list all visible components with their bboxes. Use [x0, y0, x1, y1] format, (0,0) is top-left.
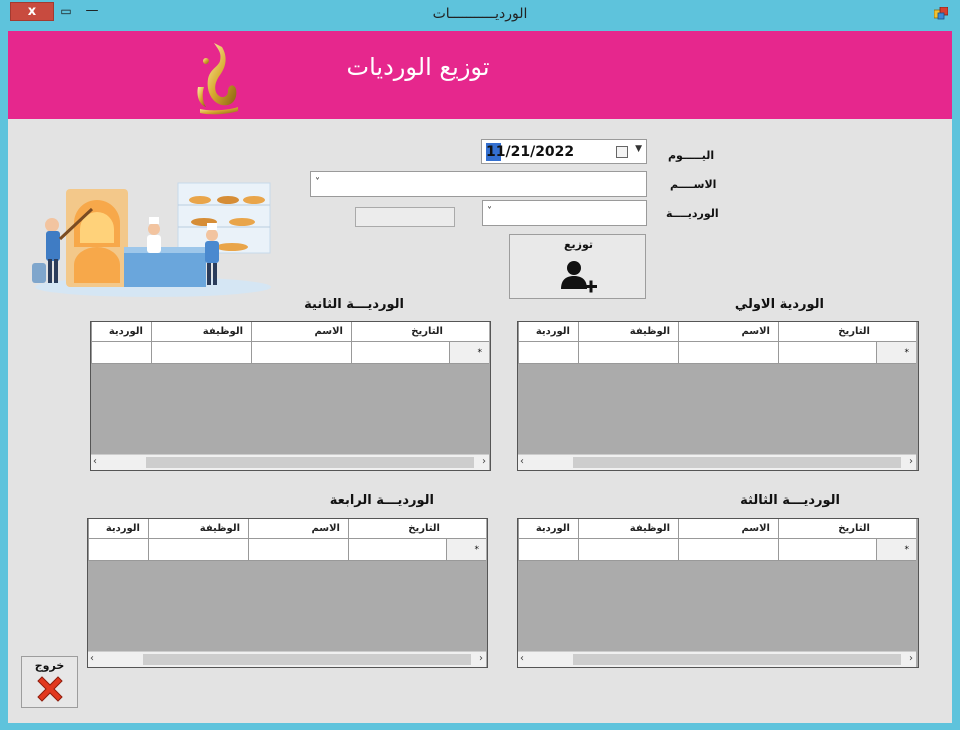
title-bar[interactable]: x ▭ — الورديـــــــــــات	[0, 0, 960, 30]
date-picker[interactable]: 11/21/2022 ▼	[481, 139, 647, 164]
close-x-icon	[37, 676, 63, 702]
column-header-name[interactable]: الاسم	[678, 322, 778, 341]
calendar-icon[interactable]	[616, 146, 628, 158]
chevron-down-icon[interactable]: ˅	[487, 206, 492, 217]
scroll-right-icon[interactable]: ›	[479, 653, 483, 664]
exit-button-label: خروج	[34, 659, 65, 672]
form-client-area: توزيع الورديات اليـــــوم الاســــم الور…	[8, 31, 952, 723]
grid-header-row: الوردية الوظيفة الاسم التاريخ	[518, 519, 916, 539]
date-value: 11/21/2022	[486, 144, 575, 160]
table-row[interactable]: *	[518, 342, 916, 364]
cell-shift[interactable]	[518, 342, 578, 363]
employee-info-textbox	[355, 207, 455, 227]
new-row-marker[interactable]: *	[446, 539, 486, 560]
grid-header-row: الوردية الوظيفة الاسم التاريخ	[91, 322, 489, 342]
app-icon	[934, 7, 948, 20]
cell-name[interactable]	[678, 539, 778, 560]
cell-shift[interactable]	[91, 342, 151, 363]
cell-date[interactable]	[778, 539, 878, 560]
cell-job[interactable]	[578, 539, 678, 560]
grid-title-second-shift: الورديـــة الثانية	[304, 297, 404, 312]
window-title: الورديـــــــــــات	[432, 6, 528, 22]
column-header-job[interactable]: الوظيفة	[578, 519, 678, 538]
cell-name[interactable]	[678, 342, 778, 363]
column-header-name[interactable]: الاسم	[248, 519, 348, 538]
scrollbar-thumb[interactable]	[573, 654, 901, 665]
column-header-date[interactable]: التاريخ	[351, 322, 451, 341]
table-row[interactable]: *	[91, 342, 489, 364]
scroll-left-icon[interactable]: ‹	[520, 456, 524, 467]
cell-job[interactable]	[151, 342, 251, 363]
column-header-date[interactable]: التاريخ	[778, 322, 878, 341]
new-row-marker[interactable]: *	[876, 342, 916, 363]
column-header-shift[interactable]: الوردية	[518, 322, 578, 341]
new-row-marker[interactable]: *	[876, 539, 916, 560]
cell-date[interactable]	[778, 342, 878, 363]
scrollbar-thumb[interactable]	[573, 457, 901, 468]
distribute-button[interactable]: توزيع	[509, 234, 646, 299]
scroll-right-icon[interactable]: ›	[909, 653, 913, 664]
cell-job[interactable]	[148, 539, 248, 560]
column-header-job[interactable]: الوظيفة	[578, 322, 678, 341]
column-header-name[interactable]: الاسم	[678, 519, 778, 538]
third-shift-grid[interactable]: الوردية الوظيفة الاسم التاريخ * ‹ ›	[517, 518, 919, 668]
header-banner: توزيع الورديات	[8, 31, 952, 119]
dropdown-arrow-icon[interactable]: ▼	[635, 144, 642, 154]
table-row[interactable]: *	[88, 539, 486, 561]
brand-logo-icon	[197, 43, 238, 115]
column-header-date[interactable]: التاريخ	[778, 519, 878, 538]
column-header-name[interactable]: الاسم	[251, 322, 351, 341]
scrollbar-thumb[interactable]	[146, 457, 474, 468]
table-row[interactable]: *	[518, 539, 916, 561]
shift-combobox[interactable]: ˅	[482, 200, 647, 226]
cell-shift[interactable]	[518, 539, 578, 560]
chevron-down-icon[interactable]: ˅	[315, 177, 320, 188]
exit-button[interactable]: خروج	[21, 656, 78, 708]
column-header-date[interactable]: التاريخ	[348, 519, 448, 538]
grid-title-first-shift: الوردية الاولي	[734, 297, 824, 312]
horizontal-scrollbar[interactable]: ‹ ›	[88, 651, 486, 667]
column-header-shift[interactable]: الوردية	[88, 519, 148, 538]
grid-header-row: الوردية الوظيفة الاسم التاريخ	[518, 322, 916, 342]
app-window: x ▭ — الورديـــــــــــات توزيع الورديات…	[0, 0, 960, 730]
cell-job[interactable]	[578, 342, 678, 363]
cell-date[interactable]	[348, 539, 448, 560]
column-header-shift[interactable]: الوردية	[518, 519, 578, 538]
distribute-button-label: توزيع	[563, 238, 593, 251]
scroll-left-icon[interactable]: ‹	[93, 456, 97, 467]
cell-name[interactable]	[251, 342, 351, 363]
fourth-shift-grid[interactable]: الوردية الوظيفة الاسم التاريخ * ‹ ›	[87, 518, 488, 668]
cell-shift[interactable]	[88, 539, 148, 560]
horizontal-scrollbar[interactable]: ‹ ›	[91, 454, 489, 470]
scroll-left-icon[interactable]: ‹	[520, 653, 524, 664]
name-combobox[interactable]: ˅	[310, 171, 647, 197]
column-header-job[interactable]: الوظيفة	[148, 519, 248, 538]
cell-date[interactable]	[351, 342, 451, 363]
grid-title-third-shift: الورديـــة الثالثة	[740, 493, 840, 508]
horizontal-scrollbar[interactable]: ‹ ›	[518, 454, 916, 470]
scroll-right-icon[interactable]: ›	[909, 456, 913, 467]
first-shift-grid[interactable]: الوردية الوظيفة الاسم التاريخ * ‹ ›	[517, 321, 919, 471]
new-row-marker[interactable]: *	[449, 342, 489, 363]
shift-label: الورديــــة	[666, 207, 719, 220]
horizontal-scrollbar[interactable]: ‹ ›	[518, 651, 916, 667]
column-header-shift[interactable]: الوردية	[91, 322, 151, 341]
grid-title-fourth-shift: الورديـــة الرابعة	[329, 493, 434, 508]
add-user-icon	[561, 261, 597, 293]
page-title: توزيع الورديات	[346, 53, 490, 81]
second-shift-grid[interactable]: الوردية الوظيفة الاسم التاريخ * ‹ ›	[90, 321, 491, 471]
column-header-job[interactable]: الوظيفة	[151, 322, 251, 341]
scrollbar-thumb[interactable]	[143, 654, 471, 665]
day-label: اليـــــوم	[668, 149, 715, 162]
grid-header-row: الوردية الوظيفة الاسم التاريخ	[88, 519, 486, 539]
name-label: الاســــم	[670, 178, 717, 191]
scroll-right-icon[interactable]: ›	[482, 456, 486, 467]
cell-name[interactable]	[248, 539, 348, 560]
scroll-left-icon[interactable]: ‹	[90, 653, 94, 664]
bakery-illustration	[28, 159, 278, 299]
